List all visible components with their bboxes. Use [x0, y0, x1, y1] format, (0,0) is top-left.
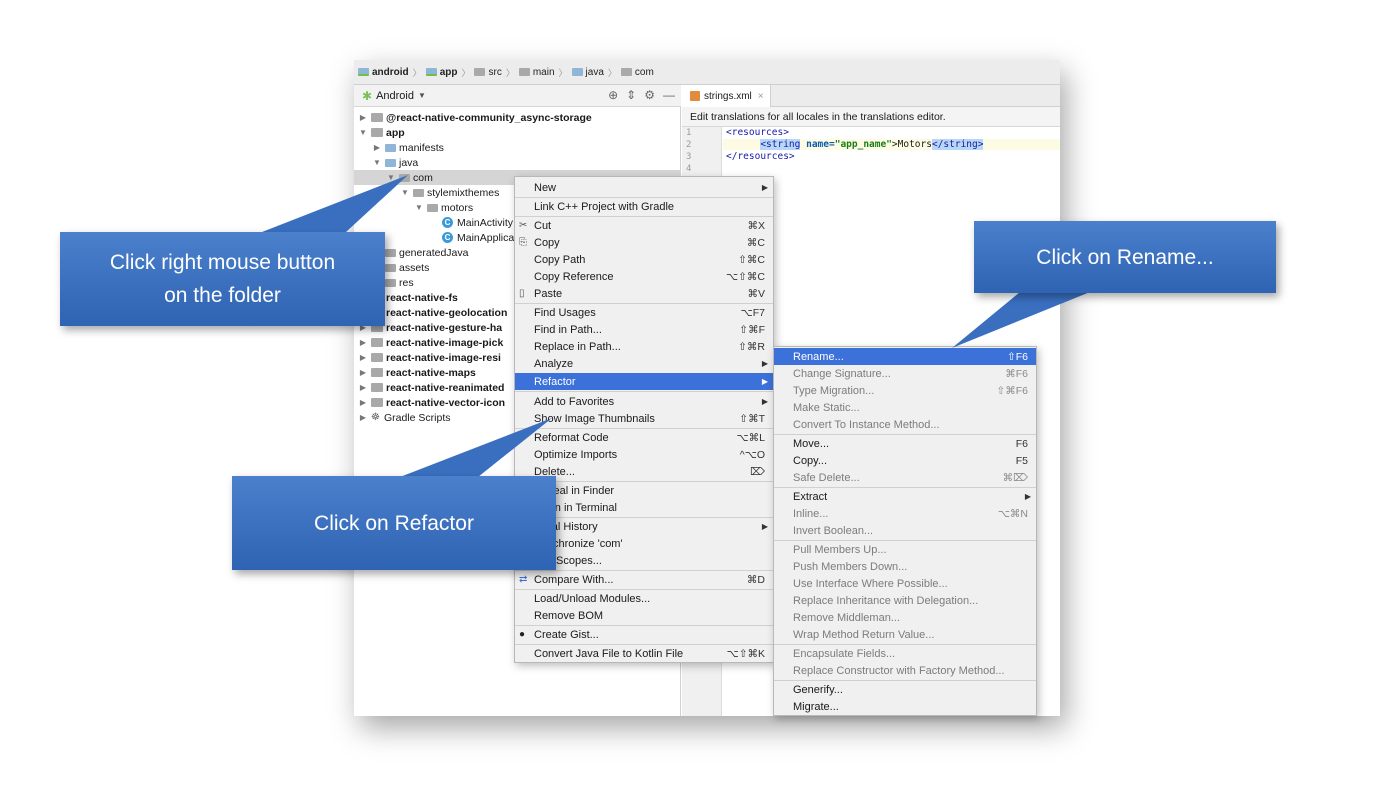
- callout-rename: Click on Rename...: [974, 221, 1276, 293]
- callout-text: Click on Refactor: [314, 511, 474, 535]
- pointer-rename: [952, 292, 1090, 348]
- callout-text: Click right mouse button: [109, 251, 336, 274]
- pointer-right-click: [262, 175, 408, 232]
- callout-text: on the folder: [164, 284, 281, 307]
- callout-refactor: Click on Refactor: [232, 476, 556, 570]
- callout-text: Click on Rename...: [1036, 245, 1214, 269]
- callout-right-click: Click right mouse button on the folder: [60, 232, 385, 326]
- callout-pointers: [262, 175, 1090, 477]
- pointer-refactor: [400, 418, 552, 477]
